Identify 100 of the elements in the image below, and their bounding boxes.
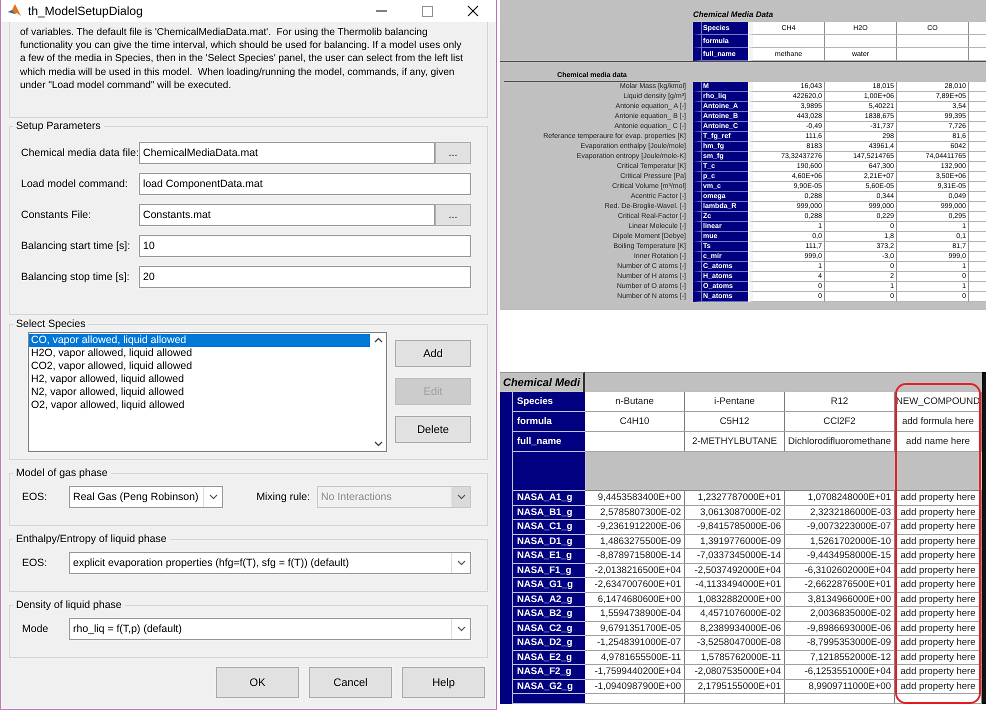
table-cell: -6,1253551000E+04: [785, 665, 895, 680]
dialog-button[interactable]: Help: [402, 667, 485, 698]
table-cell: R12: [785, 392, 895, 412]
table-cell: -9,0073223000E-07: [785, 520, 895, 534]
table-cell: -9,8986693000E-06: [785, 622, 895, 636]
table-cell: 1,0832882000E+00: [685, 592, 785, 607]
field-label: EOS:: [21, 491, 48, 503]
dialog-button[interactable]: OK: [216, 667, 299, 698]
table-cell: -8,7995353000E-09: [785, 636, 895, 650]
description-text: of variables. The default file is 'ChemicalMediaData.mat'. For using the Thermolib balancing functionality you can give the time interval, which should be used for balancing. If a model uses only a few of the media in Species, then in the 'Select Species' panel, the user can select from the left list which media will be used in this model. When loading/running the model, commands, if any, given under "Load model command" will be executed.: [20, 26, 464, 92]
row-header: NASA_E1_g: [512, 549, 585, 564]
table-cell: 1,5785762000E-11: [685, 650, 785, 665]
table-cell: 2,3232186000E-03: [785, 506, 895, 520]
input-field[interactable]: 10: [139, 235, 471, 257]
table-cell: 1,2327787000E+01: [685, 491, 785, 506]
table-cell: C5H12: [685, 412, 785, 432]
table-cell: add property here: [895, 607, 982, 622]
field-label: Load model command:: [21, 178, 129, 190]
table-cell: 7,1218552000E-12: [785, 650, 895, 665]
table-cell: NEW_COMPOUND: [895, 392, 982, 412]
table-cell: -4,1133494000E+01: [685, 578, 785, 592]
table-cell: add property here: [895, 549, 982, 564]
table-cell: -2,5037492000E+04: [685, 564, 785, 578]
table-cell: -1,7599440200E+04: [585, 665, 685, 680]
list-item[interactable]: CO2, vapor allowed, liquid allowed: [29, 360, 370, 373]
dialog-button[interactable]: Cancel: [309, 667, 392, 698]
table-cell: 8,2389934000E-06: [685, 622, 785, 636]
row-header: NASA_G2_g: [512, 680, 585, 694]
table-cell: add property here: [895, 636, 982, 650]
table-cell: -2,6347007600E+01: [585, 578, 685, 592]
table-cell: 2,1795155000E+01: [685, 680, 785, 694]
panel-title: Model of gas phase: [15, 467, 109, 479]
row-header: NASA_D2_g: [512, 636, 585, 650]
list-item[interactable]: CO, vapor allowed, liquid allowed: [29, 334, 370, 347]
table-cell: 4,9781655500E-11: [585, 650, 685, 665]
list-item[interactable]: H2, vapor allowed, liquid allowed: [29, 373, 370, 386]
row-header: formula: [512, 412, 585, 432]
table-cell: 1,4863275500E-09: [585, 534, 685, 549]
field-label: EOS:: [21, 557, 48, 569]
panel-title: Select Species: [15, 318, 86, 330]
field-label: Mode: [21, 623, 50, 635]
table-cell: add property here: [895, 665, 982, 680]
row-header: NASA_A1_g: [512, 491, 585, 506]
table-cell: -1,2548391000E-07: [585, 636, 685, 650]
table-cell: -1,0940987900E+00: [585, 680, 685, 694]
dropdown[interactable]: Real Gas (Peng Robinson): [69, 486, 223, 508]
table-cell: n-Butane: [585, 392, 685, 412]
dropdown[interactable]: explicit evaporation properties (hfg=f(T), sfg = f(T)) (default): [69, 552, 471, 574]
browse-button[interactable]: ...: [435, 142, 471, 164]
row-header: NASA_A2_g: [512, 592, 585, 607]
table-cell: add formula here: [895, 412, 982, 432]
table-cell: add property here: [895, 578, 982, 592]
row-header: NASA_F1_g: [512, 564, 585, 578]
table-cell: -7,0337345000E-14: [685, 549, 785, 564]
table-cell: 2-METHYLBUTANE: [685, 432, 785, 452]
table-cell: 2,5785807300E-02: [585, 506, 685, 520]
input-field[interactable]: 20: [139, 266, 471, 288]
row-header: NASA_F2_g: [512, 665, 585, 680]
sheet-title: Chemical Medi: [500, 372, 585, 392]
dropdown[interactable]: rho_liq = f(T,p) (default): [69, 618, 471, 640]
table-cell: CCl2F2: [785, 412, 895, 432]
table-cell: 1,3919776000E-09: [685, 534, 785, 549]
table-cell: 9,4453583400E+00: [585, 491, 685, 506]
action-button[interactable]: Delete: [395, 416, 471, 443]
table-cell: -3,5258047000E-08: [685, 636, 785, 650]
field-label: Constants File:: [21, 209, 92, 221]
table-cell: -2,0138216500E+04: [585, 564, 685, 578]
table-cell: 1,0708248000E+01: [785, 491, 895, 506]
row-header: NASA_E2_g: [512, 650, 585, 665]
table-cell: 9,6791351700E-05: [585, 622, 685, 636]
input-field[interactable]: load ComponentData.mat: [139, 173, 471, 195]
table-cell: Dichlorodifluoromethane: [785, 432, 895, 452]
table-cell: 4,4571076000E-02: [685, 607, 785, 622]
window-title: th_ModelSetupDialog: [28, 4, 144, 18]
list-item[interactable]: H2O, vapor allowed, liquid allowed: [29, 347, 370, 360]
table-cell: 3,0613087000E-02: [685, 506, 785, 520]
row-header: NASA_C1_g: [512, 520, 585, 534]
input-field[interactable]: ChemicalMediaData.mat: [139, 142, 435, 164]
sheet-title: Chemical Media Data: [693, 10, 774, 21]
action-button[interactable]: Add: [395, 340, 471, 367]
row-header: Species: [512, 392, 585, 412]
browse-button[interactable]: ...: [435, 204, 471, 226]
list-item[interactable]: O2, vapor allowed, liquid allowed: [29, 399, 370, 412]
table-cell: -9,4434958000E-15: [785, 549, 895, 564]
table-cell: 2,0036835000E-02: [785, 607, 895, 622]
table-cell: 8,9909711000E+00: [785, 680, 895, 694]
field-label: Balancing start time [s]:: [21, 240, 132, 252]
table-cell: 3,8134966000E+00: [785, 592, 895, 607]
input-field[interactable]: Constants.mat: [139, 204, 435, 226]
field-label: Chemical media data file:: [21, 147, 139, 159]
table-cell: add name here: [895, 432, 982, 452]
table-cell: add property here: [895, 520, 982, 534]
panel-title: Setup Parameters: [15, 120, 102, 132]
panel-title: Density of liquid phase: [15, 599, 123, 611]
table-cell: 1,5261702000E-10: [785, 534, 895, 549]
list-item[interactable]: N2, vapor allowed, liquid allowed: [29, 386, 370, 399]
table-cell: add property here: [895, 491, 982, 506]
row-header: full_name: [512, 432, 585, 452]
table-cell: i-Pentane: [685, 392, 785, 412]
table-cell: -9,8415785000E-06: [685, 520, 785, 534]
